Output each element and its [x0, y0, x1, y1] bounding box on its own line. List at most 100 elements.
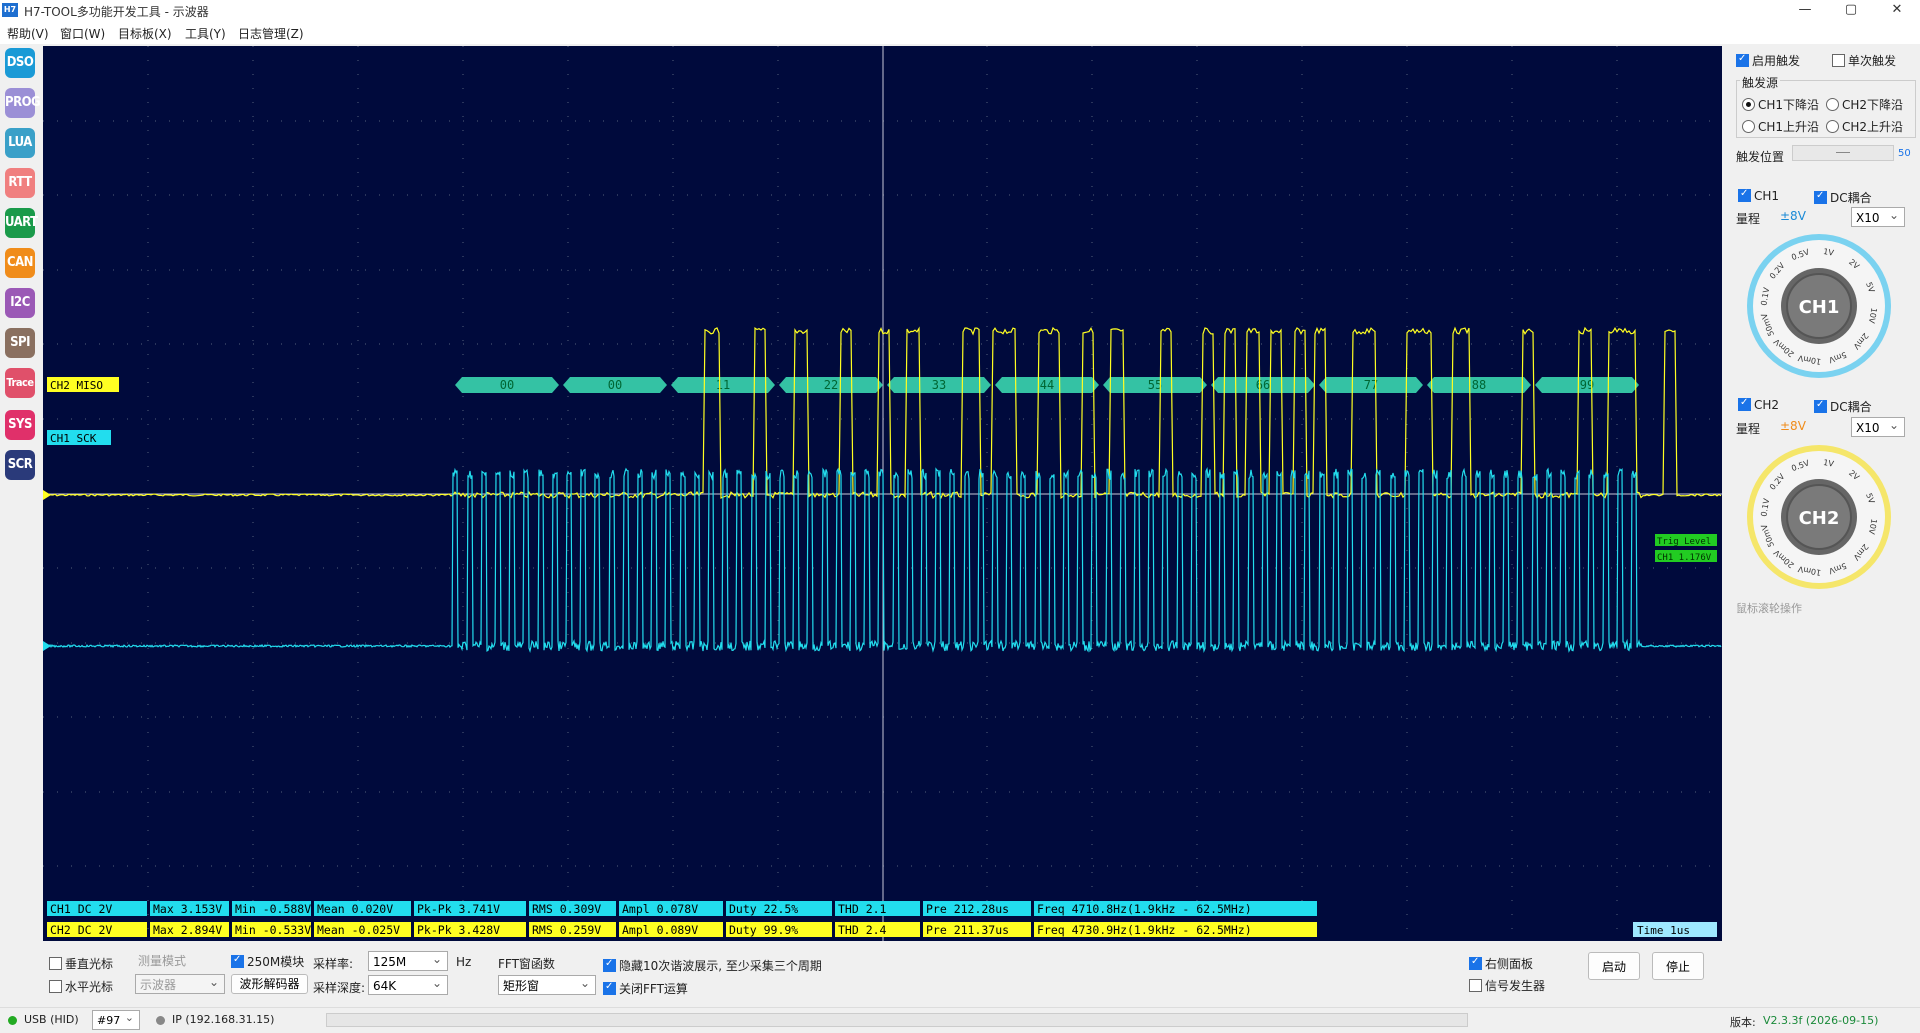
sample-rate-select[interactable]: 125M: [368, 949, 448, 971]
signal-generator-checkbox[interactable]: 信号发生器: [1469, 977, 1545, 994]
trigger-ch2-rising[interactable]: CH2上升沿: [1826, 118, 1903, 135]
ch2-enable-box[interactable]: [1738, 397, 1751, 411]
nav-scr-button[interactable]: SCR: [5, 450, 35, 480]
nav-spi-button[interactable]: SPI: [5, 328, 35, 358]
hide-harmonic-label: 隐藏10次谐波展示, 至少采集三个周期: [619, 959, 822, 973]
vertical-cursor-checkbox[interactable]: 垂直光标: [49, 955, 113, 972]
measure-mode-label: 测量模式: [138, 954, 187, 968]
menu-log[interactable]: 日志管理(Z): [238, 25, 304, 42]
measurement-duty: Duty 22.5%: [729, 902, 798, 916]
measurement-rms: RMS 0.259V: [532, 923, 601, 937]
trigger-ch2-rising-label: CH2上升沿: [1842, 120, 1904, 134]
trigger-ch1-falling-label: CH1下降沿: [1758, 98, 1820, 112]
single-trigger-checkbox[interactable]: 单次触发: [1832, 52, 1896, 69]
menu-target[interactable]: 目标板(X): [118, 25, 172, 42]
decoded-byte-value: 88: [1472, 378, 1486, 392]
module-250m-box[interactable]: [231, 954, 244, 968]
measurement-ch: CH1 DC 2V: [50, 902, 112, 916]
version-label: 版本:: [1730, 1016, 1756, 1029]
port-select[interactable]: #97: [92, 1008, 140, 1030]
trigger-ch2-falling-label: CH2下降沿: [1842, 98, 1904, 112]
nav-sys-button[interactable]: SYS: [5, 410, 35, 440]
ch2-dc-checkbox[interactable]: DC耦合: [1814, 398, 1872, 415]
measurement-max: Max 3.153V: [153, 902, 222, 916]
waveform-canvas[interactable]: 00 00 11 22 33 44 55 66 77 88 99 CH2 MISO CH1 SCK …: [43, 46, 1722, 941]
right-panel-box[interactable]: [1469, 956, 1482, 970]
decoded-bytes: 00 00 11 22 33 44 55 66 77 88 99: [455, 377, 1639, 393]
nav-can-button[interactable]: CAN: [5, 248, 35, 278]
nav-lua-button[interactable]: LUA: [5, 128, 35, 158]
trigger-source-label: 触发源: [1740, 74, 1781, 91]
trigger-ch1-rising-radio[interactable]: [1742, 120, 1755, 133]
decoded-byte-value: 22: [824, 378, 838, 392]
enable-trigger-box[interactable]: [1736, 53, 1749, 67]
nav-trace-button[interactable]: Trace: [5, 368, 35, 398]
ch1-dc-box[interactable]: [1814, 190, 1827, 204]
menu-help[interactable]: 帮助(V): [7, 25, 49, 42]
ch2-dc-label: DC耦合: [1830, 400, 1872, 414]
trigger-ch1-rising-label: CH1上升沿: [1758, 120, 1820, 134]
nav-i2c-button[interactable]: I2C: [5, 288, 35, 318]
oscilloscope-screen[interactable]: 00 00 11 22 33 44 55 66 77 88 99 CH2 MISO CH1 SCK …: [43, 46, 1722, 941]
stop-button[interactable]: 停止: [1652, 952, 1704, 980]
measurement-min: Min -0.533V: [235, 923, 311, 937]
menu-tools[interactable]: 工具(Y): [185, 25, 226, 42]
ch1-range-knob[interactable]: 0.1V0.2V0.5V 1V2V5V10V2mV5mV10mV20mV50mVC…: [1744, 231, 1894, 381]
title-bar: H7 H7-TOOL多功能开发工具 - 示波器 — ▢ ✕: [0, 0, 1920, 22]
hide-harmonic-checkbox[interactable]: 隐藏10次谐波展示, 至少采集三个周期: [603, 957, 822, 974]
trigger-position-handle[interactable]: [1836, 152, 1850, 153]
horizontal-cursor-box[interactable]: [49, 980, 62, 993]
nav-prog-button[interactable]: PROG: [5, 88, 41, 118]
ch2-enable-checkbox[interactable]: CH2: [1738, 397, 1779, 412]
enable-trigger-checkbox[interactable]: 启用触发: [1736, 52, 1800, 69]
close-button[interactable]: ✕: [1874, 0, 1920, 22]
waveform-decoder-button[interactable]: 波形解码器: [231, 974, 308, 994]
measurement-pre: Pre 211.37us: [926, 923, 1009, 937]
measurement-ampl: Ampl 0.089V: [622, 923, 698, 937]
signal-generator-box[interactable]: [1469, 979, 1482, 992]
horizontal-cursor-checkbox[interactable]: 水平光标: [49, 978, 113, 995]
ch1-ground-marker: [43, 490, 51, 500]
hide-harmonic-box[interactable]: [603, 958, 616, 972]
sample-depth-select[interactable]: 64K: [368, 973, 448, 995]
trigger-ch1-rising[interactable]: CH1上升沿: [1742, 118, 1819, 135]
close-fft-checkbox[interactable]: 关闭FFT运算: [603, 980, 688, 997]
ch1-dc-checkbox[interactable]: DC耦合: [1814, 189, 1872, 206]
minimize-button[interactable]: —: [1782, 0, 1828, 22]
trigger-level-label: Trig Level: [1657, 537, 1711, 547]
decoded-byte-value: 11: [716, 378, 730, 392]
menu-window[interactable]: 窗口(W): [60, 25, 105, 42]
close-fft-box[interactable]: [603, 981, 616, 995]
ch2-range-knob[interactable]: 0.1V0.2V0.5V 1V2V5V10V2mV5mV10mV20mV50mVC…: [1744, 442, 1894, 592]
start-button[interactable]: 启动: [1588, 952, 1640, 980]
ch2-probe-select[interactable]: X10: [1851, 415, 1905, 437]
ch1-enable-box[interactable]: [1738, 188, 1751, 202]
maximize-button[interactable]: ▢: [1828, 0, 1874, 22]
trigger-position-slider[interactable]: [1792, 145, 1894, 161]
single-trigger-box[interactable]: [1832, 54, 1845, 67]
ch2-channel-label: CH2 MISO: [50, 379, 103, 392]
usb-status-label: USB (HID): [24, 1013, 79, 1026]
ch1-enable-checkbox[interactable]: CH1: [1738, 188, 1780, 203]
ch2-dc-box[interactable]: [1814, 399, 1827, 413]
nav-uart-button[interactable]: UART: [5, 208, 38, 238]
ch1-enable-label: CH1: [1754, 189, 1780, 203]
sample-rate-label: 采样率:: [313, 957, 354, 971]
trigger-ch1-falling[interactable]: CH1下降沿: [1742, 96, 1819, 113]
ip-status-icon: [156, 1016, 165, 1025]
knob-channel-label: CH1: [1799, 297, 1840, 318]
trigger-ch1-falling-radio[interactable]: [1742, 98, 1755, 111]
nav-dso-button[interactable]: DSO: [5, 48, 35, 78]
trigger-ch2-falling-radio[interactable]: [1826, 98, 1839, 111]
trigger-ch2-rising-radio[interactable]: [1826, 120, 1839, 133]
measurement-max: Max 2.894V: [153, 923, 222, 937]
right-panel-checkbox[interactable]: 右侧面板: [1469, 955, 1533, 972]
module-250m-checkbox[interactable]: 250M模块: [231, 953, 304, 970]
ch1-probe-select[interactable]: X10: [1851, 205, 1905, 227]
nav-rtt-button[interactable]: RTT: [5, 168, 35, 198]
fft-window-select[interactable]: 矩形窗: [498, 973, 596, 995]
measure-mode-select[interactable]: 示波器: [135, 972, 225, 994]
measurement-mean: Mean 0.020V: [317, 902, 393, 916]
vertical-cursor-box[interactable]: [49, 957, 62, 970]
trigger-ch2-falling[interactable]: CH2下降沿: [1826, 96, 1903, 113]
